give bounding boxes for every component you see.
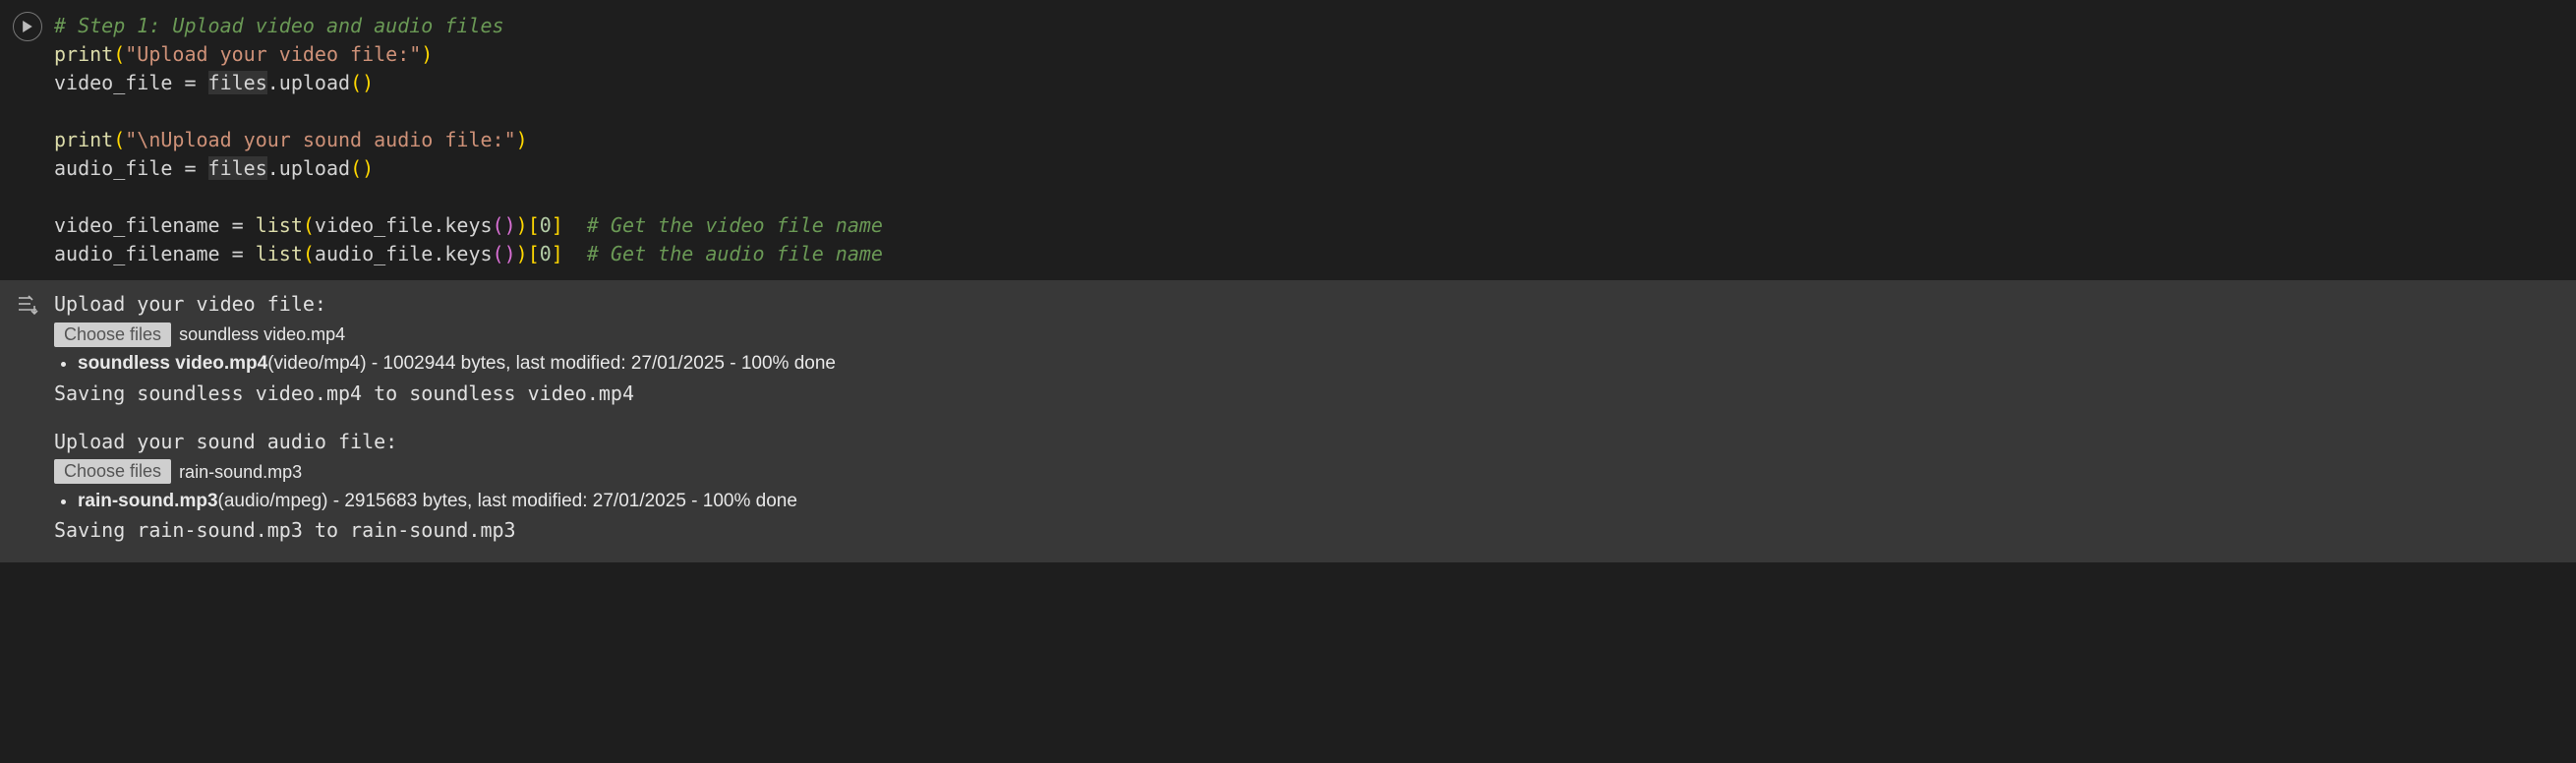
chosen-file-name: rain-sound.mp3 [179,459,302,485]
choose-files-button[interactable]: Choose files [54,459,171,484]
code-comment: # Step 1: Upload video and audio files [54,14,504,37]
chosen-file-name: soundless video.mp4 [179,322,345,347]
list-item: soundless video.mp4(video/mp4) - 1002944… [78,350,2576,378]
output-body: Upload your video file: Choose files sou… [54,290,2576,545]
choose-files-button[interactable]: Choose files [54,323,171,347]
list-item: rain-sound.mp3(audio/mpeg) - 2915683 byt… [78,488,2576,515]
output-text: Saving soundless video.mp4 to soundless … [54,380,2576,408]
code-gutter [0,0,54,280]
code-var: audio_filename = [54,242,256,265]
code-var: video_file = [54,71,208,94]
output-text: Upload your video file: [54,290,2576,319]
output-area: Upload your video file: Choose files sou… [0,280,2576,562]
upload-status-list: rain-sound.mp3(audio/mpeg) - 2915683 byt… [54,488,2576,515]
code-fn: print [54,128,113,151]
code-fn: print [54,42,113,66]
code-str: "Upload your video file:" [125,42,421,66]
code-var: video_filename = [54,213,256,237]
play-icon [22,21,33,32]
code-var: audio_file = [54,156,208,180]
output-gutter [0,290,54,545]
code-str: "\nUpload your sound audio file:" [125,128,515,151]
code-comment: # Get the video file name [587,213,883,237]
output-text: Upload your sound audio file: [54,428,2576,456]
run-button[interactable] [13,12,42,41]
output-text: Saving rain-sound.mp3 to rain-sound.mp3 [54,516,2576,545]
code-comment: # Get the audio file name [587,242,883,265]
upload-status-list: soundless video.mp4(video/mp4) - 1002944… [54,350,2576,378]
code-editor[interactable]: # Step 1: Upload video and audio files p… [54,0,2576,280]
output-icon [16,292,39,316]
code-cell: # Step 1: Upload video and audio files p… [0,0,2576,280]
